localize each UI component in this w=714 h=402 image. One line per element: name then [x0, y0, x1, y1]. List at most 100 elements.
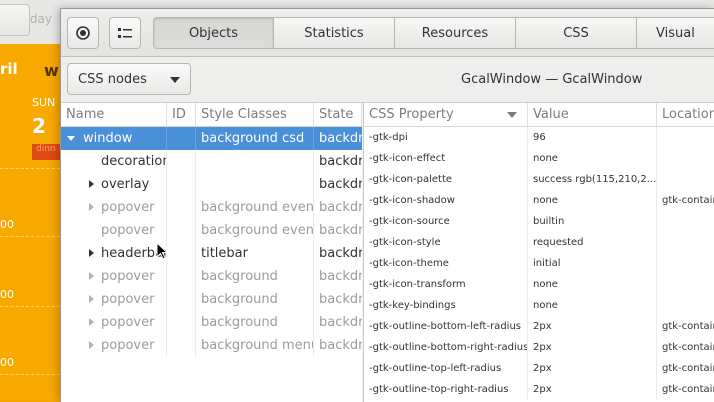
node-state-cell: backdrop	[319, 200, 362, 215]
mouse-pointer-icon	[156, 242, 168, 260]
calendar-hour-line	[0, 306, 60, 307]
node-state-cell: backdrop	[319, 223, 362, 238]
column-header-value[interactable]: Value	[528, 103, 657, 126]
node-classes-cell: background events	[196, 219, 314, 242]
table-row[interactable]: popover background backdrop	[61, 288, 362, 311]
column-header-state[interactable]: State	[314, 103, 362, 126]
tab-statistics[interactable]: Statistics	[274, 17, 395, 49]
property-name-cell: -gtk-icon-transform	[364, 274, 528, 295]
expander-closed-icon[interactable]	[89, 295, 94, 303]
calendar-today-button[interactable]: day	[0, 4, 58, 36]
view-mode-combo[interactable]: CSS nodes	[67, 63, 191, 95]
sort-descending-icon	[507, 112, 517, 118]
node-name: window	[83, 131, 133, 146]
node-id-cell	[167, 150, 196, 173]
property-list-header: CSS Property Value Location	[364, 103, 714, 127]
table-row[interactable]: headerbar titlebar backdrop	[61, 242, 362, 265]
node-name: popover	[101, 292, 155, 307]
css-node-tree[interactable]: Name ID Style Classes State window backg…	[61, 103, 362, 402]
table-row[interactable]: -gtk-outline-bottom-left-radius 2px gtk-…	[364, 316, 714, 337]
column-header-property[interactable]: CSS Property	[364, 103, 528, 126]
table-row[interactable]: popover background events backdrop	[61, 196, 362, 219]
table-row[interactable]: -gtk-icon-theme initial	[364, 253, 714, 274]
property-name-cell: -gtk-outline-top-left-radius	[364, 358, 528, 379]
node-id-cell	[167, 127, 196, 150]
tab-objects[interactable]: Objects	[153, 17, 274, 49]
calendar-hour-label: 00	[0, 218, 14, 231]
table-row[interactable]: -gtk-icon-palette success rgb(115,210,2.…	[364, 169, 714, 190]
node-id-cell	[167, 219, 196, 242]
column-header-style-classes[interactable]: Style Classes	[196, 103, 314, 126]
expander-open-icon[interactable]	[67, 136, 75, 141]
tab-visual[interactable]: Visual	[637, 17, 714, 49]
calendar-hour-line	[0, 236, 60, 237]
property-location-cell: gtk-contained	[662, 342, 714, 353]
table-row[interactable]: -gtk-icon-effect none	[364, 148, 714, 169]
table-row[interactable]: -gtk-outline-top-right-radius 2px gtk-co…	[364, 379, 714, 400]
column-header-id[interactable]: ID	[167, 103, 196, 126]
object-picker-button[interactable]	[67, 17, 99, 49]
table-row[interactable]: -gtk-icon-transform none	[364, 274, 714, 295]
table-row[interactable]: -gtk-icon-style requested	[364, 232, 714, 253]
table-row[interactable]: -gtk-dpi 96	[364, 127, 714, 148]
property-name-cell: -gtk-key-bindings	[364, 295, 528, 316]
node-id-cell	[167, 196, 196, 219]
property-name-cell: -gtk-icon-theme	[364, 253, 528, 274]
chevron-down-icon	[170, 77, 180, 83]
node-classes-cell: background	[196, 311, 314, 334]
property-name-cell: -gtk-icon-shadow	[364, 190, 528, 211]
css-property-list[interactable]: CSS Property Value Location -gtk-dpi 96 …	[363, 103, 714, 402]
node-state-cell: backdrop	[319, 292, 362, 307]
node-name-cell: overlay	[61, 173, 167, 196]
node-name-cell: popover	[61, 196, 167, 219]
calendar-day-name: SUN	[32, 96, 56, 109]
show-details-button[interactable]	[109, 17, 141, 49]
table-row[interactable]: popover background backdrop	[61, 311, 362, 334]
node-id-cell	[167, 242, 196, 265]
calendar-month-label: ril	[0, 60, 18, 78]
node-classes-cell	[196, 150, 314, 173]
expander-closed-icon[interactable]	[89, 272, 94, 280]
table-row[interactable]: popover background backdrop	[61, 265, 362, 288]
calendar-view-label: w	[44, 61, 59, 80]
property-value-cell: 2px	[528, 337, 657, 358]
expander-closed-icon[interactable]	[89, 341, 94, 349]
node-name-cell: headerbar	[61, 242, 167, 265]
node-classes-cell: background events	[196, 196, 314, 219]
table-row[interactable]: window background csd backdrop	[61, 127, 362, 150]
table-row[interactable]: -gtk-outline-bottom-right-radius 2px gtk…	[364, 337, 714, 358]
inspected-object-title: GcalWindow — GcalWindow	[461, 72, 643, 87]
node-name: overlay	[101, 177, 150, 192]
node-state-cell: backdrop	[319, 154, 362, 169]
property-name-cell: -gtk-dpi	[364, 127, 528, 148]
table-row[interactable]: popover background events backdrop	[61, 219, 362, 242]
inspector-tab-switcher: Objects Statistics Resources CSS Visual	[153, 17, 714, 49]
node-name: popover	[101, 223, 155, 238]
node-name-cell: popover	[61, 311, 167, 334]
expander-closed-icon[interactable]	[89, 249, 94, 257]
node-state-cell: backdrop	[319, 131, 362, 146]
table-row[interactable]: popover background menu backdrop	[61, 334, 362, 357]
column-header-name[interactable]: Name	[61, 103, 167, 126]
table-row[interactable]: decoration backdrop	[61, 150, 362, 173]
node-state-cell: backdrop	[319, 315, 362, 330]
property-location-cell	[657, 232, 714, 253]
column-header-location[interactable]: Location	[657, 103, 714, 126]
node-name-cell: window	[61, 127, 167, 150]
table-row[interactable]: -gtk-icon-source builtin	[364, 211, 714, 232]
tab-resources[interactable]: Resources	[395, 17, 516, 49]
property-name-cell: -gtk-icon-effect	[364, 148, 528, 169]
tab-css[interactable]: CSS	[516, 17, 637, 49]
table-row[interactable]: -gtk-icon-shadow none gtk-contained	[364, 190, 714, 211]
calendar-event[interactable]: dinn	[32, 144, 60, 160]
property-value-cell: none	[528, 190, 657, 211]
expander-closed-icon[interactable]	[89, 180, 94, 188]
table-row[interactable]: -gtk-key-bindings none	[364, 295, 714, 316]
expander-closed-icon[interactable]	[89, 203, 94, 211]
table-row[interactable]: overlay backdrop	[61, 173, 362, 196]
node-state-cell: backdrop	[319, 338, 362, 353]
expander-closed-icon[interactable]	[89, 318, 94, 326]
table-row[interactable]: -gtk-outline-top-left-radius 2px gtk-con…	[364, 358, 714, 379]
column-header-property-label: CSS Property	[369, 107, 454, 122]
node-name: popover	[101, 315, 155, 330]
